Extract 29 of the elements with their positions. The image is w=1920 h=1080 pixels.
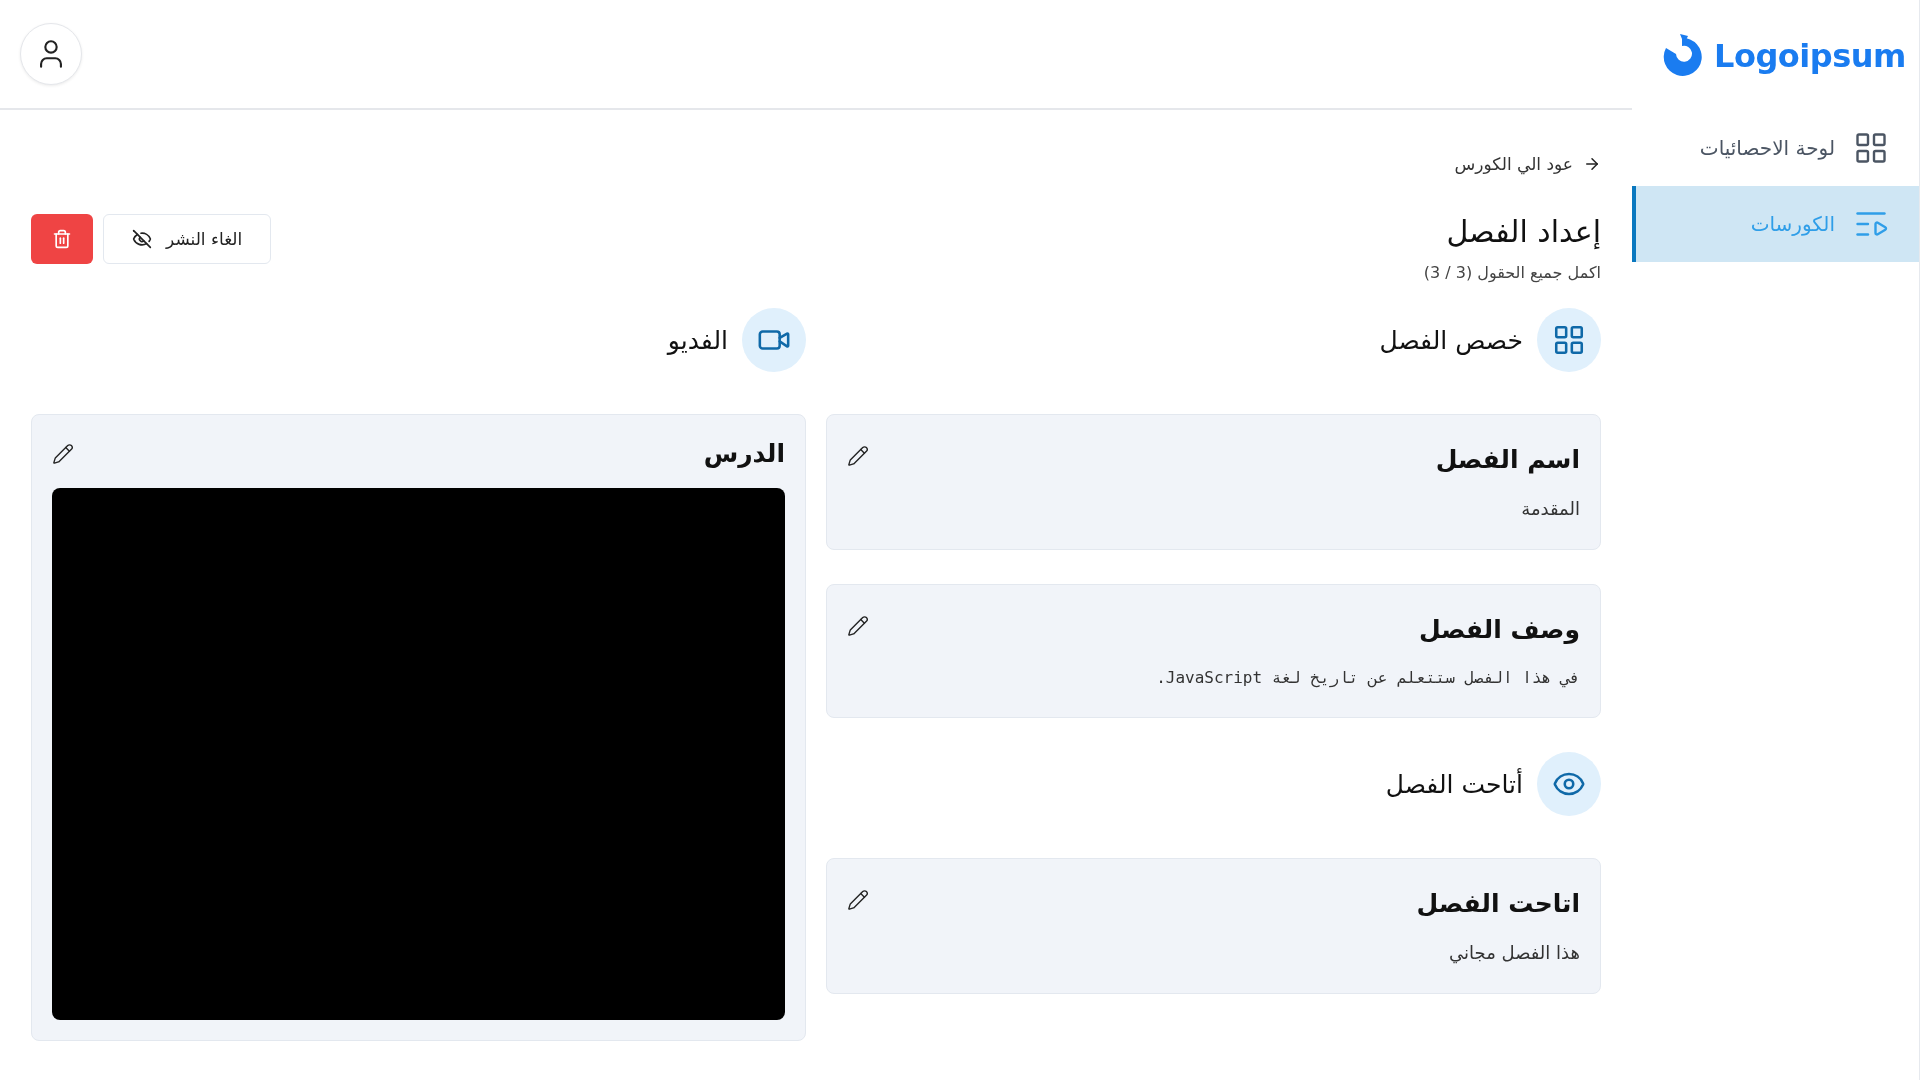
- field-value: المقدمة: [1520, 498, 1580, 519]
- sidebar-label: الكورسات: [1750, 212, 1835, 236]
- edit-button[interactable]: [847, 889, 869, 911]
- field-value: في هذا الفصل ستتعلم عن تاريخ لغة JavaScript.: [1156, 668, 1580, 687]
- section-heading: الفديو: [667, 325, 728, 355]
- field-title: اتاحت الفصل: [1416, 889, 1580, 918]
- sidebar-item[interactable]: لوحة الاحصائيات: [1632, 110, 1919, 186]
- logo[interactable]: Logoipsum: [1632, 0, 1919, 110]
- delete-button[interactable]: [31, 214, 93, 264]
- lesson-title: الدرس: [703, 439, 785, 468]
- edit-button[interactable]: [847, 615, 869, 637]
- edit-button[interactable]: [52, 442, 74, 465]
- field-value: هذا الفصل مجاني: [1448, 942, 1580, 963]
- grid-icon: [1853, 130, 1889, 166]
- sidebar-label: لوحة الاحصائيات: [1699, 136, 1835, 160]
- section-heading: أتاحت الفصل: [1385, 769, 1523, 799]
- progress-text: اكمل جميع الحقول (3 / 3): [1423, 263, 1601, 282]
- logo-text: Logoipsum: [1714, 37, 1906, 75]
- page-title: إعداد الفصل: [1446, 214, 1601, 249]
- field-title: اسم الفصل: [1435, 445, 1580, 474]
- edit-button[interactable]: [847, 445, 869, 467]
- trash-icon: [52, 229, 72, 249]
- unpublish-button[interactable]: الغاء النشر: [103, 214, 272, 264]
- arrow-icon: [1583, 155, 1601, 173]
- eye-off-icon: [132, 229, 152, 249]
- back-link[interactable]: عود الي الكورس: [1454, 154, 1601, 174]
- section-heading: خصص الفصل: [1379, 325, 1523, 355]
- user-avatar[interactable]: [20, 23, 82, 85]
- field-title: وصف الفصل: [1417, 615, 1580, 644]
